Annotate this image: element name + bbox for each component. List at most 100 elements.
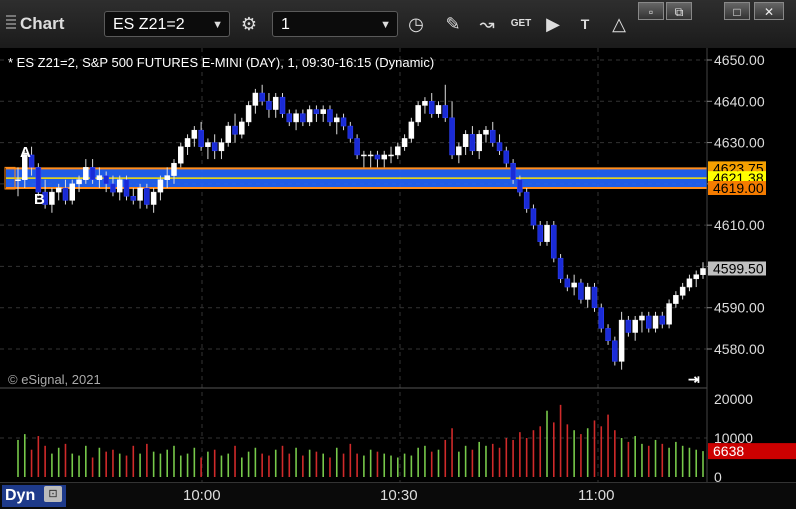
- candle-body: [306, 109, 313, 123]
- candle-body: [612, 340, 618, 362]
- candle-body: [69, 183, 76, 201]
- candle-body: [340, 117, 347, 127]
- clock-icon[interactable]: ◷: [401, 11, 431, 37]
- marker-b: B: [34, 191, 45, 208]
- candle-body: [652, 315, 659, 329]
- close-icon[interactable]: ✕: [754, 2, 784, 20]
- candle-body: [286, 113, 293, 123]
- price-tick-label: 4610.00: [714, 217, 765, 233]
- chevron-down-icon[interactable]: ▼: [380, 12, 391, 38]
- candle-body: [266, 101, 272, 110]
- price-tick-label: 4590.00: [714, 300, 765, 316]
- candle-body: [645, 315, 652, 329]
- grip-icon[interactable]: [6, 15, 16, 31]
- candle-body: [564, 278, 571, 288]
- candle-body: [279, 96, 286, 114]
- candle-body: [313, 109, 320, 114]
- volume-tick-label: 0: [714, 469, 722, 482]
- restore-icon[interactable]: ▫: [638, 2, 664, 20]
- price-tick-label: 4650.00: [714, 52, 765, 68]
- candle-body: [490, 129, 496, 143]
- candle-body: [408, 121, 415, 139]
- symbol-input[interactable]: ES Z21=2 ▼: [104, 11, 230, 37]
- candle-body: [673, 295, 679, 304]
- dynamic-mode-label: Dyn: [5, 487, 36, 504]
- copyright-text: © eSignal, 2021: [8, 372, 101, 387]
- scroll-to-end-icon[interactable]: ⇥: [688, 371, 700, 387]
- candle-body: [347, 125, 354, 139]
- volume-tick-label: 20000: [714, 391, 753, 407]
- candle-body: [395, 146, 401, 156]
- candle-body: [62, 187, 69, 201]
- chevron-down-icon[interactable]: ▼: [212, 12, 223, 38]
- candle-body: [503, 150, 510, 164]
- chart-background: [0, 48, 796, 482]
- chart-toolbar: Chart ES Z21=2 ▼ ⚙ 1 ▼ ◷ ✎ ↝ GET ▶ T △ ▫ ⧉…: [0, 0, 796, 49]
- candle-body: [605, 328, 611, 341]
- candle-body: [476, 134, 482, 152]
- candle-body: [517, 179, 523, 193]
- candle-body: [449, 117, 455, 156]
- candle-body: [300, 113, 306, 123]
- candle-body: [184, 138, 191, 147]
- price-tick-label: 4630.00: [714, 135, 765, 151]
- candle-body: [700, 268, 706, 275]
- candle-body: [401, 138, 408, 147]
- candle-body: [239, 121, 245, 135]
- candle-body: [496, 142, 503, 152]
- candle-body: [659, 315, 666, 325]
- candle-body: [639, 315, 645, 321]
- candle-body: [367, 154, 374, 157]
- tile-icon[interactable]: ⧉: [666, 2, 692, 20]
- candle-body: [272, 96, 279, 110]
- symbol-value: ES Z21=2: [113, 16, 185, 33]
- price-label-text: 4599.50: [713, 260, 764, 276]
- candle-body: [35, 167, 42, 193]
- candle-body: [15, 179, 21, 181]
- candle-body: [205, 142, 211, 147]
- price-tick-label: 4580.00: [714, 341, 765, 357]
- candle-body: [530, 208, 537, 226]
- candle-body: [293, 113, 299, 123]
- candle-body: [422, 101, 428, 106]
- candle-body: [83, 167, 89, 180]
- lock-icon[interactable]: ⊡: [44, 486, 62, 502]
- candle-body: [218, 142, 225, 152]
- candle-body: [442, 105, 449, 119]
- candle-body: [537, 224, 543, 242]
- settings-icon[interactable]: ⚙: [234, 11, 264, 37]
- candle-body: [96, 175, 103, 180]
- candle-body: [591, 286, 598, 308]
- candle-body: [150, 191, 157, 205]
- candle-body: [116, 179, 123, 193]
- candle-body: [618, 319, 625, 362]
- candle-body: [510, 162, 516, 180]
- chart-area[interactable]: 4650.004640.004630.004620.004610.004600.…: [0, 48, 796, 482]
- candle-body: [320, 109, 326, 114]
- candle-body: [462, 134, 469, 147]
- candle-body: [130, 195, 137, 201]
- get-icon[interactable]: GET: [506, 11, 536, 37]
- candle-body: [245, 105, 252, 123]
- candle-body: [361, 154, 367, 157]
- candle-body: [381, 154, 387, 160]
- candle-body: [327, 109, 333, 123]
- candle-body: [435, 105, 442, 114]
- pencil-icon[interactable]: ✎: [438, 11, 468, 37]
- play-icon[interactable]: ▶: [538, 11, 568, 37]
- chart-type-icon[interactable]: ↝: [472, 11, 502, 37]
- candle-body: [49, 191, 55, 205]
- alert-icon[interactable]: △: [604, 11, 634, 37]
- candle-body: [171, 162, 177, 176]
- candle-body: [123, 179, 130, 197]
- candle-body: [428, 101, 435, 114]
- text-tool-icon[interactable]: T: [570, 11, 600, 37]
- candle-body: [544, 224, 550, 242]
- candle-body: [259, 92, 265, 102]
- interval-input[interactable]: 1 ▼: [272, 11, 398, 37]
- maximize-icon[interactable]: □: [724, 2, 750, 20]
- time-axis-bar: Dyn ⊡ 10:00 10:30 11:00: [0, 482, 796, 509]
- candle-body: [76, 179, 82, 185]
- time-tick: 10:30: [380, 487, 418, 504]
- candle-body: [598, 307, 605, 329]
